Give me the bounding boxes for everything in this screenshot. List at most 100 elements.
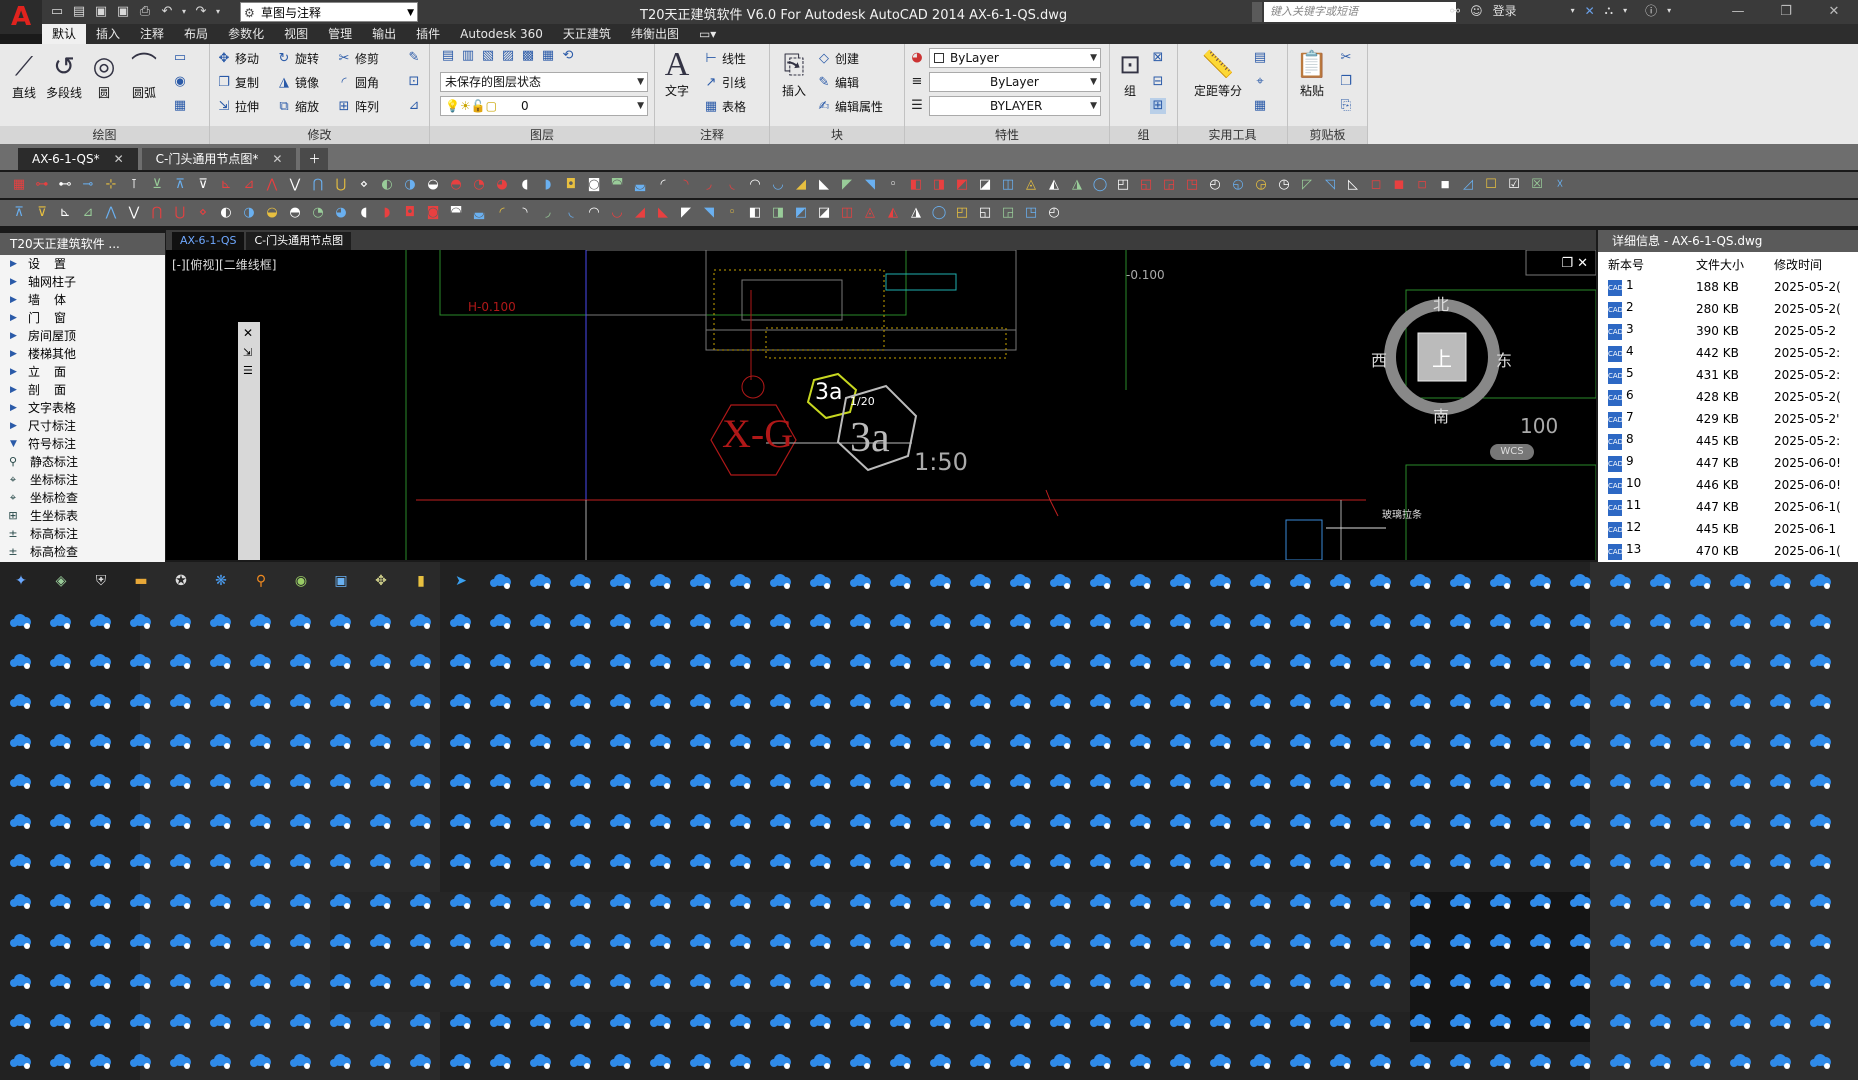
onedrive-cloud-icon[interactable] [1090,614,1111,629]
floating-panel-handle[interactable]: ✕ ⇲ ☰ [238,322,260,560]
rotate-button[interactable]: ↻ 旋转 [276,50,319,67]
onedrive-cloud-icon[interactable] [930,1054,951,1069]
onedrive-cloud-icon[interactable] [530,814,551,829]
onedrive-cloud-icon[interactable] [930,814,951,829]
onedrive-cloud-icon[interactable] [890,654,911,669]
onedrive-cloud-icon[interactable] [570,1054,591,1069]
toolbar-tool-icon[interactable]: ◑ [399,174,421,196]
onedrive-cloud-icon[interactable] [250,814,271,829]
onedrive-cloud-icon[interactable] [1210,574,1231,589]
onedrive-cloud-icon[interactable] [1450,814,1471,829]
onedrive-cloud-icon[interactable] [1330,814,1351,829]
onedrive-cloud-icon[interactable] [1010,694,1031,709]
groups-group-title[interactable]: 组 [1110,126,1177,144]
onedrive-cloud-icon[interactable] [970,814,991,829]
onedrive-cloud-icon[interactable] [1810,854,1831,869]
onedrive-cloud-icon[interactable] [570,854,591,869]
onedrive-cloud-icon[interactable] [1610,574,1631,589]
onedrive-cloud-icon[interactable] [1650,1054,1671,1069]
onedrive-cloud-icon[interactable] [570,654,591,669]
help-icon[interactable]: ⓘ [1645,2,1657,19]
onedrive-cloud-icon[interactable] [290,814,311,829]
onedrive-cloud-icon[interactable] [1330,934,1351,949]
toolbar-tool-icon[interactable]: ◭ [882,202,904,224]
onedrive-cloud-icon[interactable] [690,694,711,709]
onedrive-cloud-icon[interactable] [1610,734,1631,749]
onedrive-cloud-icon[interactable] [770,694,791,709]
onedrive-cloud-icon[interactable] [370,1014,391,1029]
onedrive-cloud-icon[interactable] [1170,614,1191,629]
onedrive-cloud-icon[interactable] [1290,654,1311,669]
toolbar-tool-icon[interactable]: ◲ [997,202,1019,224]
onedrive-cloud-icon[interactable] [570,974,591,989]
onedrive-cloud-icon[interactable] [170,694,191,709]
onedrive-cloud-icon[interactable] [610,654,631,669]
toolbar-tool-icon[interactable]: ◧ [744,202,766,224]
onedrive-cloud-icon[interactable] [290,934,311,949]
onedrive-cloud-icon[interactable] [770,814,791,829]
onedrive-cloud-icon[interactable] [1210,934,1231,949]
toolbar-tool-icon[interactable]: ◤ [836,174,858,196]
side-menu-item[interactable]: ▶ 房间屋顶 [0,327,165,345]
onedrive-cloud-icon[interactable] [1530,934,1551,949]
match-properties-icon[interactable]: ◕ [909,50,925,66]
onedrive-cloud-icon[interactable] [1770,1054,1791,1069]
onedrive-cloud-icon[interactable] [930,854,951,869]
onedrive-cloud-icon[interactable] [370,894,391,909]
onedrive-cloud-icon[interactable] [1610,814,1631,829]
move-button[interactable]: ✥ 移动 [216,50,259,67]
onedrive-cloud-icon[interactable] [970,574,991,589]
toolbar-tool-icon[interactable]: ⋃ [169,202,191,224]
binoculars-icon[interactable]: ⚯ [1450,4,1460,18]
onedrive-cloud-icon[interactable] [1690,814,1711,829]
onedrive-cloud-icon[interactable] [530,854,551,869]
onedrive-cloud-icon[interactable] [10,1014,31,1029]
toolbar-tool-icon[interactable]: ◥ [859,174,881,196]
onedrive-cloud-icon[interactable] [530,1014,551,1029]
edit-block-button[interactable]: ✎ 编辑 [816,74,859,91]
onedrive-cloud-icon[interactable] [850,1054,871,1069]
onedrive-cloud-icon[interactable] [1490,614,1511,629]
onedrive-cloud-icon[interactable] [250,894,271,909]
utilities-group-title[interactable]: 实用工具 [1178,126,1287,144]
onedrive-cloud-icon[interactable] [1650,574,1671,589]
onedrive-cloud-icon[interactable] [850,734,871,749]
onedrive-cloud-icon[interactable] [650,974,671,989]
onedrive-cloud-icon[interactable] [250,934,271,949]
onedrive-cloud-icon[interactable] [1370,654,1391,669]
onedrive-cloud-icon[interactable] [1130,774,1151,789]
onedrive-cloud-icon[interactable] [370,774,391,789]
onedrive-cloud-icon[interactable] [1130,734,1151,749]
onedrive-cloud-icon[interactable] [1370,974,1391,989]
onedrive-cloud-icon[interactable] [1730,774,1751,789]
search-toggle[interactable] [1252,2,1262,22]
toolbar-tool-icon[interactable]: ◕ [330,202,352,224]
chevron-down-icon[interactable]: ▾ [1667,6,1671,15]
onedrive-cloud-icon[interactable] [50,934,71,949]
offset-icon[interactable]: ⊿ [406,98,422,114]
tab-view[interactable]: 视图 [274,24,318,44]
onedrive-cloud-icon[interactable] [1690,774,1711,789]
onedrive-cloud-icon[interactable] [170,854,191,869]
onedrive-cloud-icon[interactable] [1170,854,1191,869]
onedrive-cloud-icon[interactable] [730,1054,751,1069]
mirror-button[interactable]: ◮ 镜像 [276,74,319,91]
copy-clip-icon[interactable]: ❐ [1338,74,1354,90]
toolbar-tool-icon[interactable]: ⋃ [330,174,352,196]
onedrive-cloud-icon[interactable] [1410,974,1431,989]
onedrive-cloud-icon[interactable] [1770,654,1791,669]
toolbar-tool-icon[interactable]: ◐ [376,174,398,196]
toolbar-tool-icon[interactable]: ◚ [445,202,467,224]
onedrive-cloud-icon[interactable] [650,854,671,869]
onedrive-cloud-icon[interactable] [690,774,711,789]
onedrive-cloud-icon[interactable] [1730,694,1751,709]
onedrive-cloud-icon[interactable] [1330,574,1351,589]
onedrive-cloud-icon[interactable] [690,1054,711,1069]
onedrive-cloud-icon[interactable] [770,934,791,949]
layer-off-icon[interactable]: ▧ [480,48,496,64]
onedrive-cloud-icon[interactable] [1730,614,1751,629]
onedrive-cloud-icon[interactable] [730,574,751,589]
toolbar-tool-icon[interactable]: ◮ [1066,174,1088,196]
onedrive-cloud-icon[interactable] [690,974,711,989]
onedrive-cloud-icon[interactable] [850,694,871,709]
